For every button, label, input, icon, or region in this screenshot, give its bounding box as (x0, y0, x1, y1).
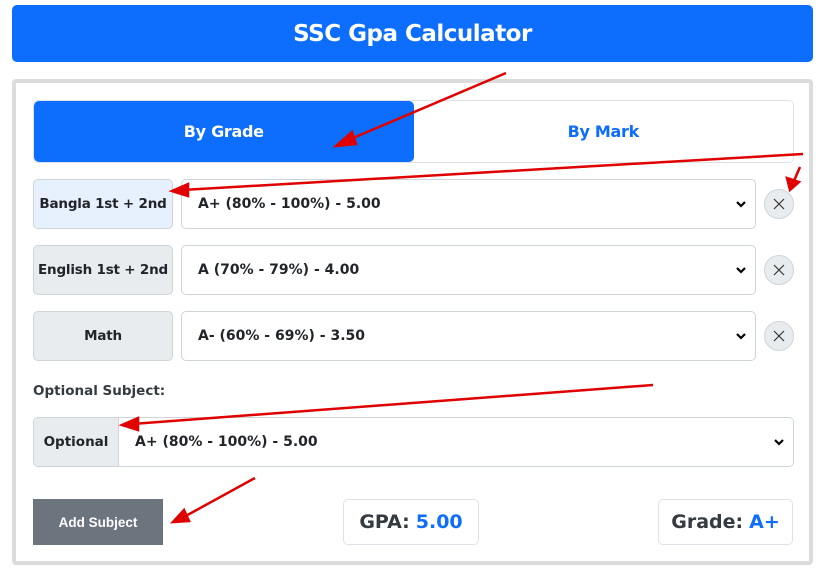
grade-select-value: A- (60% - 69%) - 3.50 (198, 328, 365, 344)
close-icon (773, 264, 785, 276)
remove-subject-button[interactable] (764, 189, 794, 219)
close-icon (773, 330, 785, 342)
grade-label: Grade: (671, 511, 744, 533)
optional-subject-heading: Optional Subject: (33, 383, 166, 399)
grade-result: Grade: A+ (658, 499, 793, 545)
optional-label: Optional (34, 418, 119, 466)
grade-select-value: A (70% - 79%) - 4.00 (198, 262, 360, 278)
grade-select[interactable]: A (70% - 79%) - 4.00 (181, 245, 756, 295)
grade-select[interactable]: A- (60% - 69%) - 3.50 (181, 311, 756, 361)
gpa-label: GPA: (359, 511, 410, 533)
optional-subject-group: Optional A+ (80% - 100%) - 5.00 (33, 417, 794, 467)
add-subject-button[interactable]: Add Subject (33, 499, 163, 545)
remove-subject-button[interactable] (764, 255, 794, 285)
gpa-result: GPA: 5.00 (343, 499, 479, 545)
page-title: SSC Gpa Calculator (293, 20, 532, 47)
remove-subject-button[interactable] (764, 321, 794, 351)
optional-grade-select[interactable]: A+ (80% - 100%) - 5.00 (119, 418, 793, 466)
mode-tabs: By Grade By Mark (33, 100, 794, 163)
subject-label: English 1st + 2nd (33, 245, 173, 295)
app-header: SSC Gpa Calculator (12, 5, 813, 62)
chevron-down-icon (736, 333, 746, 340)
grade-value: A+ (749, 511, 780, 533)
optional-grade-value: A+ (80% - 100%) - 5.00 (135, 434, 318, 450)
tab-by-mark[interactable]: By Mark (413, 101, 793, 162)
grade-select[interactable]: A+ (80% - 100%) - 5.00 (181, 179, 756, 229)
chevron-down-icon (736, 267, 746, 274)
tab-by-grade[interactable]: By Grade (34, 101, 414, 162)
subject-label: Bangla 1st + 2nd (33, 179, 173, 229)
close-icon (773, 198, 785, 210)
subject-label: Math (33, 311, 173, 361)
chevron-down-icon (736, 201, 746, 208)
grade-select-value: A+ (80% - 100%) - 5.00 (198, 196, 381, 212)
chevron-down-icon (774, 439, 784, 446)
calculator-card: By Grade By Mark Bangla 1st + 2nd A+ (80… (12, 79, 813, 565)
gpa-value: 5.00 (415, 511, 463, 533)
